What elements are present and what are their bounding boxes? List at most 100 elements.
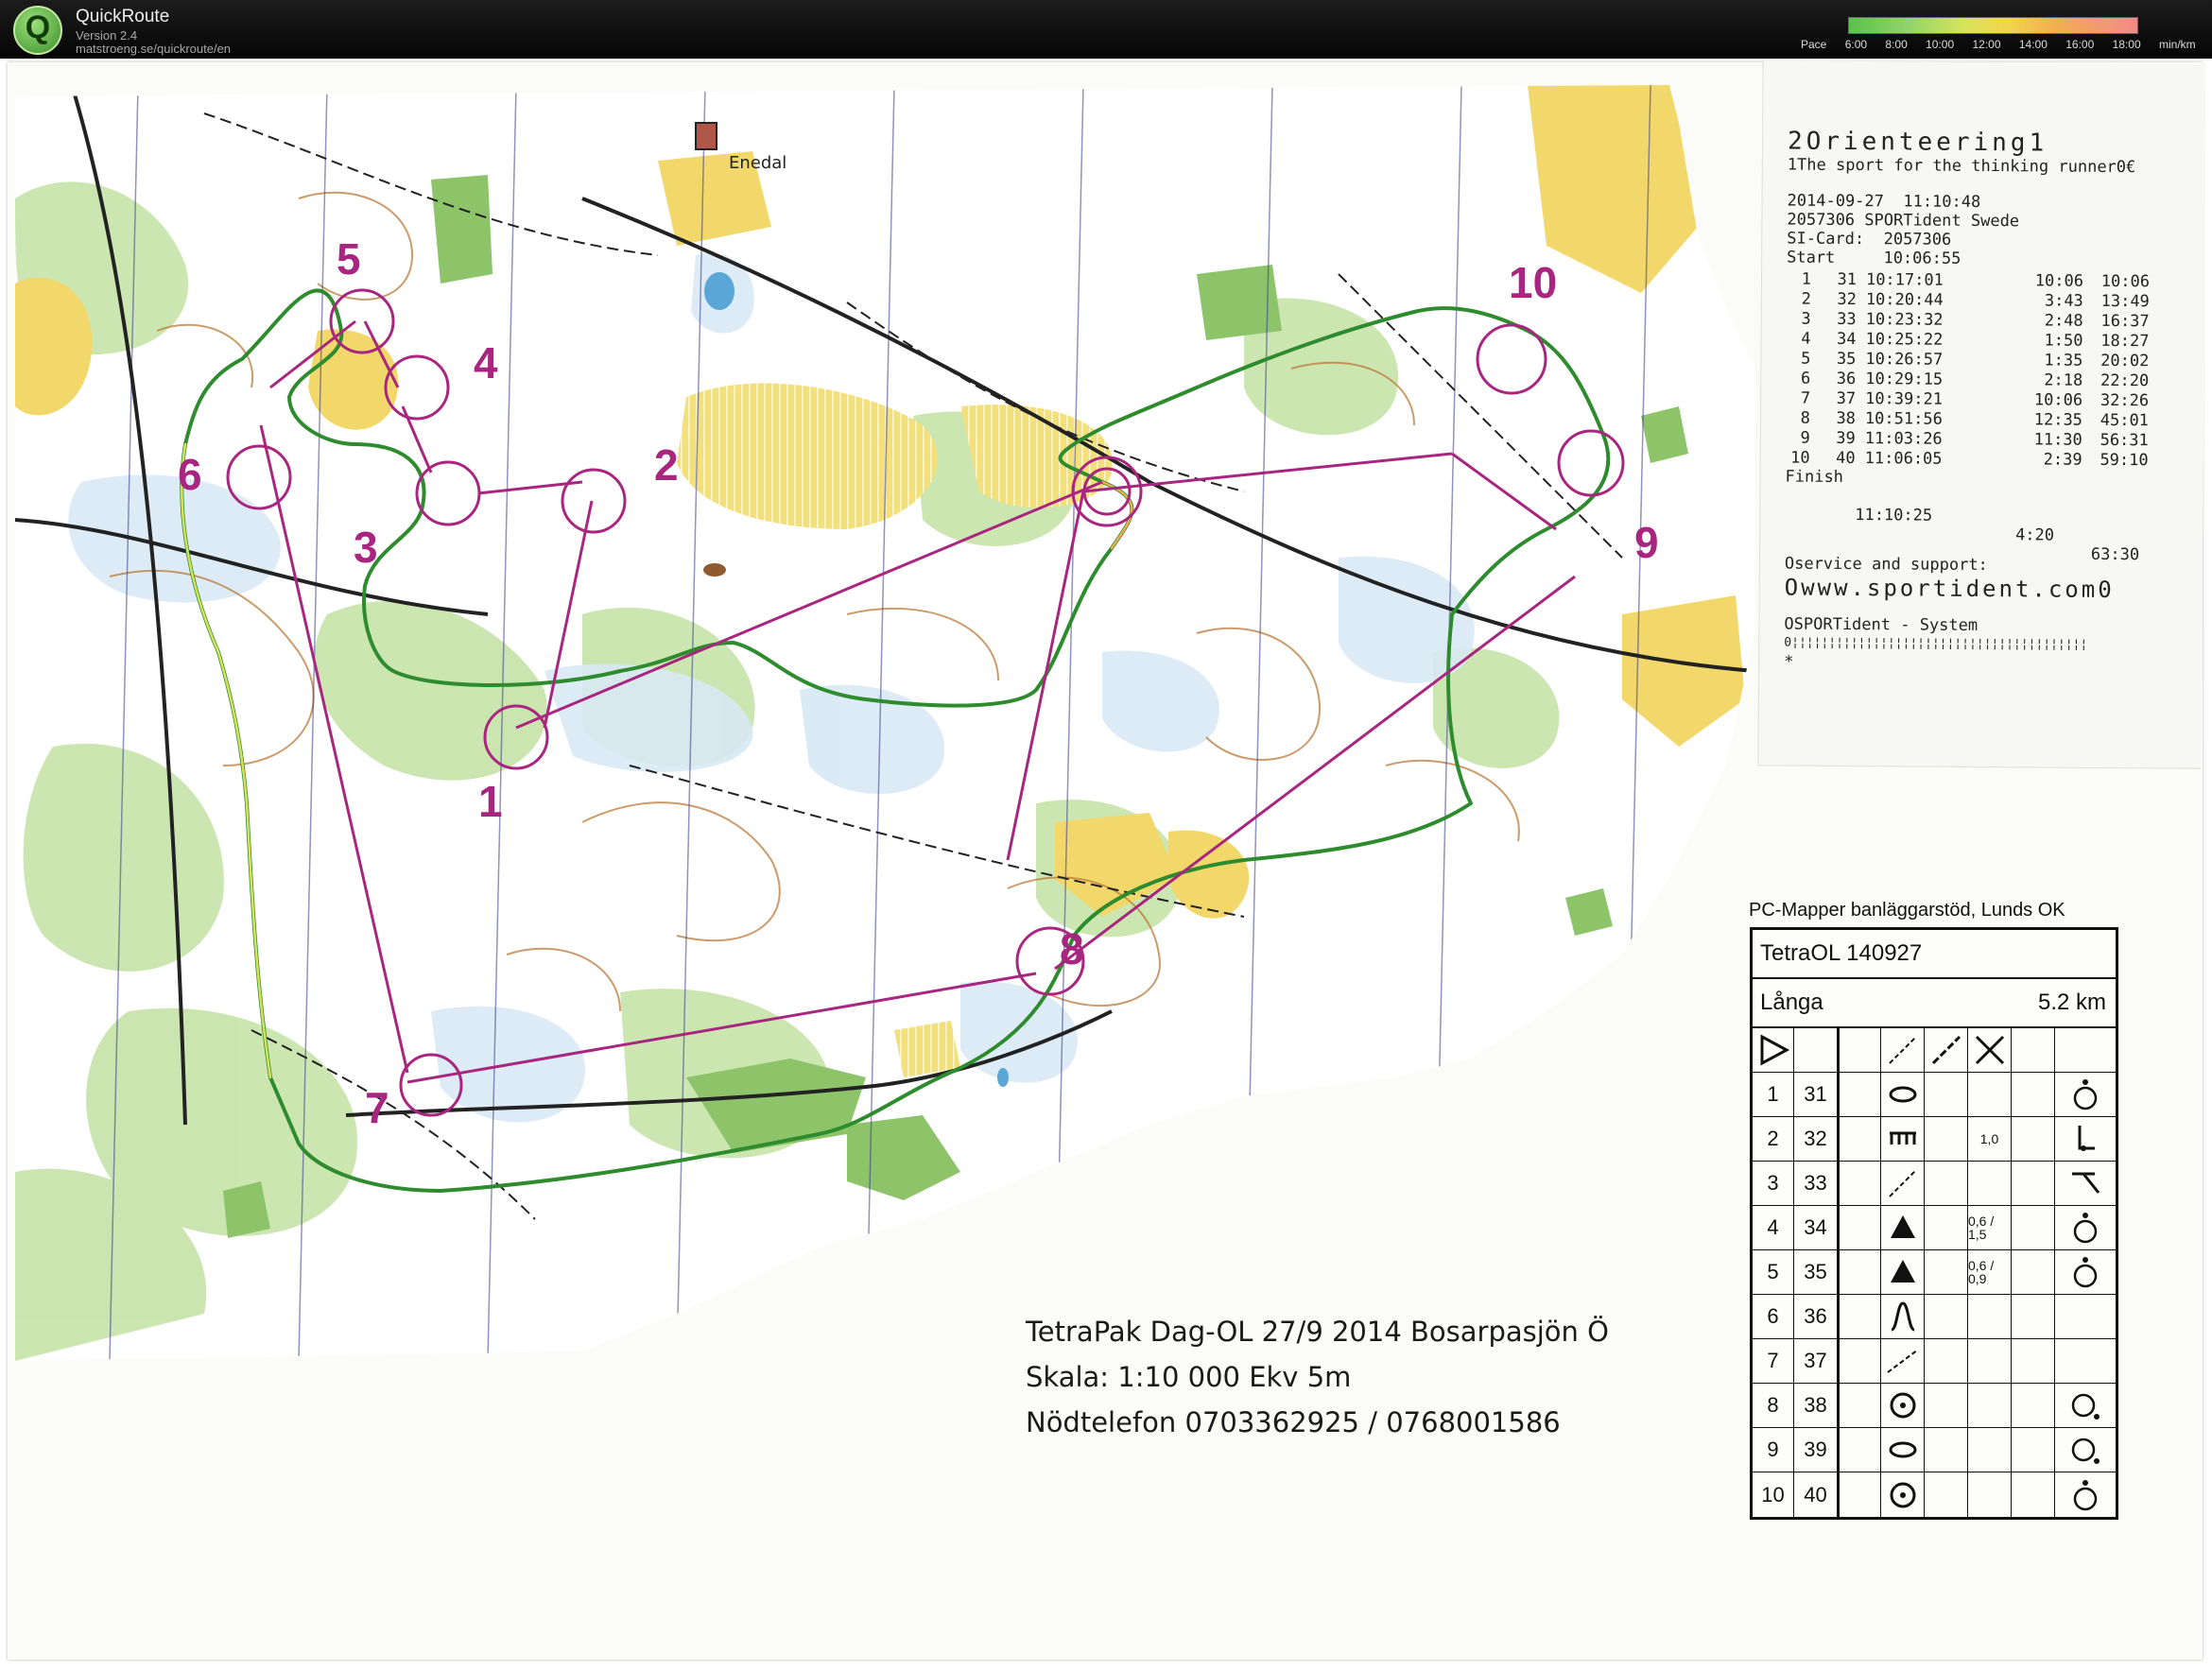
- receipt-split-split: 10:06: [2034, 270, 2084, 291]
- cd-course-name: Långa: [1760, 990, 1823, 1015]
- control-top-icon: [2055, 1472, 2116, 1517]
- cd-cell-empty: [1838, 1428, 1881, 1472]
- cd-cell-empty: [2012, 1073, 2055, 1117]
- receipt-split-n: 1: [1801, 269, 1812, 289]
- cd-dimensions: 1,0: [1968, 1117, 2012, 1162]
- cd-cell-empty: [1838, 1472, 1881, 1517]
- boulder-icon: [1881, 1250, 1925, 1295]
- cd-course-length: 5.2 km: [2037, 990, 2106, 1015]
- control-description-maker: PC-Mapper banläggarstöd, Lunds OK: [1749, 900, 2065, 921]
- pace-tick: 12:00: [1972, 38, 2001, 51]
- cd-control-number: 9: [1753, 1428, 1794, 1472]
- control-number-1: 1: [478, 777, 503, 826]
- receipt-split-total: 13:49: [2100, 291, 2150, 311]
- cd-dimensions: [1968, 1073, 2012, 1117]
- receipt-split-total: 18:27: [2100, 331, 2150, 351]
- receipt-split-row: 1 31 10:17:01 10:06 10:06: [1787, 269, 2150, 292]
- receipt-datetime: 2014-09-27 11:10:48: [1787, 191, 1981, 212]
- cd-control-number: 8: [1753, 1384, 1794, 1428]
- cd-control-code: 32: [1794, 1117, 1838, 1162]
- receipt-split-split: 1:35: [2044, 350, 2083, 370]
- cd-cell-empty: [2012, 1295, 2055, 1339]
- receipt-split-n: 9: [1800, 428, 1810, 448]
- receipt-split-split: 2:18: [2044, 370, 2083, 390]
- path-junction-icon: [1881, 1339, 1925, 1384]
- knoll-elongated-icon: [1881, 1428, 1925, 1472]
- receipt-split-total: 32:26: [2100, 390, 2150, 410]
- receipt-finish-row: 11:10:25 4:20 63:30: [1785, 487, 2148, 564]
- pace-tick: 8:00: [1885, 38, 1908, 51]
- control-side-icon: [2055, 1428, 2116, 1472]
- receipt-split-code: 33: [1837, 309, 1857, 329]
- cd-control-number: 1: [1753, 1073, 1794, 1117]
- receipt-split-total: 56:31: [2100, 430, 2149, 450]
- knoll-elongated-icon: [1881, 1073, 1925, 1117]
- map-terrain: Enedal: [15, 85, 1754, 1361]
- cd-dimensions: 0,6 / 0,9: [1968, 1250, 2012, 1295]
- corner-top-icon: [2055, 1162, 2116, 1206]
- receipt-split-n: 6: [1800, 369, 1811, 388]
- cd-event-name: TetraOL 140927: [1760, 940, 1923, 966]
- cd-dimensions: [1968, 1428, 2012, 1472]
- cd-cell-empty: [1838, 1250, 1881, 1295]
- cd-cell-empty: [2012, 1162, 2055, 1206]
- receipt-split-row: 7 37 10:39:21 10:06 32:26: [1786, 388, 2149, 411]
- cd-cell-empty: [2012, 1384, 2055, 1428]
- receipt-split-time: 10:23:32: [1865, 309, 1944, 330]
- control-top-icon: [2055, 1206, 2116, 1250]
- cd-cell-empty: [2012, 1028, 2055, 1073]
- receipt-split-code: 38: [1836, 408, 1857, 428]
- cd-cell-empty: [1838, 1206, 1881, 1250]
- receipt-split-n: 8: [1800, 408, 1811, 428]
- depression-icon: [1881, 1384, 1925, 1428]
- control-top-icon: [2055, 1250, 2116, 1295]
- path-crossing-icon: [1925, 1028, 1968, 1073]
- cd-cell-empty: [1925, 1250, 1968, 1295]
- cd-control-number: 4: [1753, 1206, 1794, 1250]
- receipt-split-row: 2 32 10:20:44 3:43 13:49: [1787, 289, 2150, 312]
- cd-cell-empty: [2012, 1250, 2055, 1295]
- control-number-5: 5: [337, 234, 361, 284]
- cd-dimensions: [1968, 1384, 2012, 1428]
- app-url[interactable]: matstroeng.se/quickroute/en: [76, 42, 231, 56]
- path-crossing-icon: [1881, 1028, 1925, 1073]
- cd-control-code: 35: [1794, 1250, 1838, 1295]
- receipt-split-split: 12:35: [2033, 409, 2083, 430]
- pace-label: Pace: [1801, 38, 1827, 51]
- app-header: Q QuickRoute Version 2.4 matstroeng.se/q…: [0, 0, 2212, 59]
- receipt-system: OSPORTident - System: [1784, 614, 1979, 635]
- receipt-split-split: 3:43: [2044, 290, 2083, 311]
- cd-cell-empty: [1838, 1339, 1881, 1384]
- control-number-7: 7: [365, 1083, 389, 1132]
- control-number-2: 2: [654, 440, 679, 490]
- cd-cell-empty: [1925, 1384, 1968, 1428]
- receipt-split-code: 32: [1837, 289, 1857, 309]
- receipt-finish-split: 4:20: [2015, 525, 2055, 545]
- receipt-split-code: 40: [1836, 448, 1856, 468]
- cd-cell-empty: [1925, 1295, 1968, 1339]
- cd-dimensions: [1968, 1295, 2012, 1339]
- receipt-split-time: 10:39:21: [1865, 388, 1944, 409]
- control-number-3: 3: [354, 523, 378, 572]
- receipt-split-row: 8 38 10:51:56 12:35 45:01: [1786, 408, 2149, 431]
- control-number-10: 10: [1509, 258, 1557, 307]
- pace-tick: 14:00: [2018, 38, 2048, 51]
- pace-scale-labels: Pace 6:00 8:00 10:00 12:00 14:00 16:00 1…: [1801, 38, 2196, 51]
- cd-cell-empty: [2055, 1339, 2116, 1384]
- receipt-split-code: 39: [1836, 428, 1856, 448]
- pace-unit: min/km: [2158, 38, 2196, 51]
- receipt-si-card: SI-Card: 2057306: [1787, 229, 1952, 250]
- receipt-split-split: 2:48: [2044, 310, 2083, 331]
- control-side-icon: [2055, 1384, 2116, 1428]
- receipt-barcode: 0¦¦¦¦¦¦¦¦¦¦¦¦¦¦¦¦¦¦¦¦¦¦¦¦¦¦¦¦¦¦¦¦¦¦¦¦¦¦¦…: [1784, 635, 2088, 652]
- receipt-split-time: 10:20:44: [1865, 289, 1944, 310]
- orienteering-map[interactable]: Enedal 1 2 3 4 5 6 7 8 9 10: [15, 85, 1754, 1361]
- cd-cell-empty: [2012, 1117, 2055, 1162]
- control-number-6: 6: [178, 450, 202, 499]
- receipt-split-n: 3: [1801, 309, 1811, 329]
- receipt-split-time: 10:26:57: [1865, 349, 1944, 370]
- receipt-split-time: 10:17:01: [1865, 269, 1944, 290]
- receipt-start: Start 10:06:55: [1787, 248, 1961, 268]
- cd-cell-empty: [1838, 1162, 1881, 1206]
- cd-control-number: 7: [1753, 1339, 1794, 1384]
